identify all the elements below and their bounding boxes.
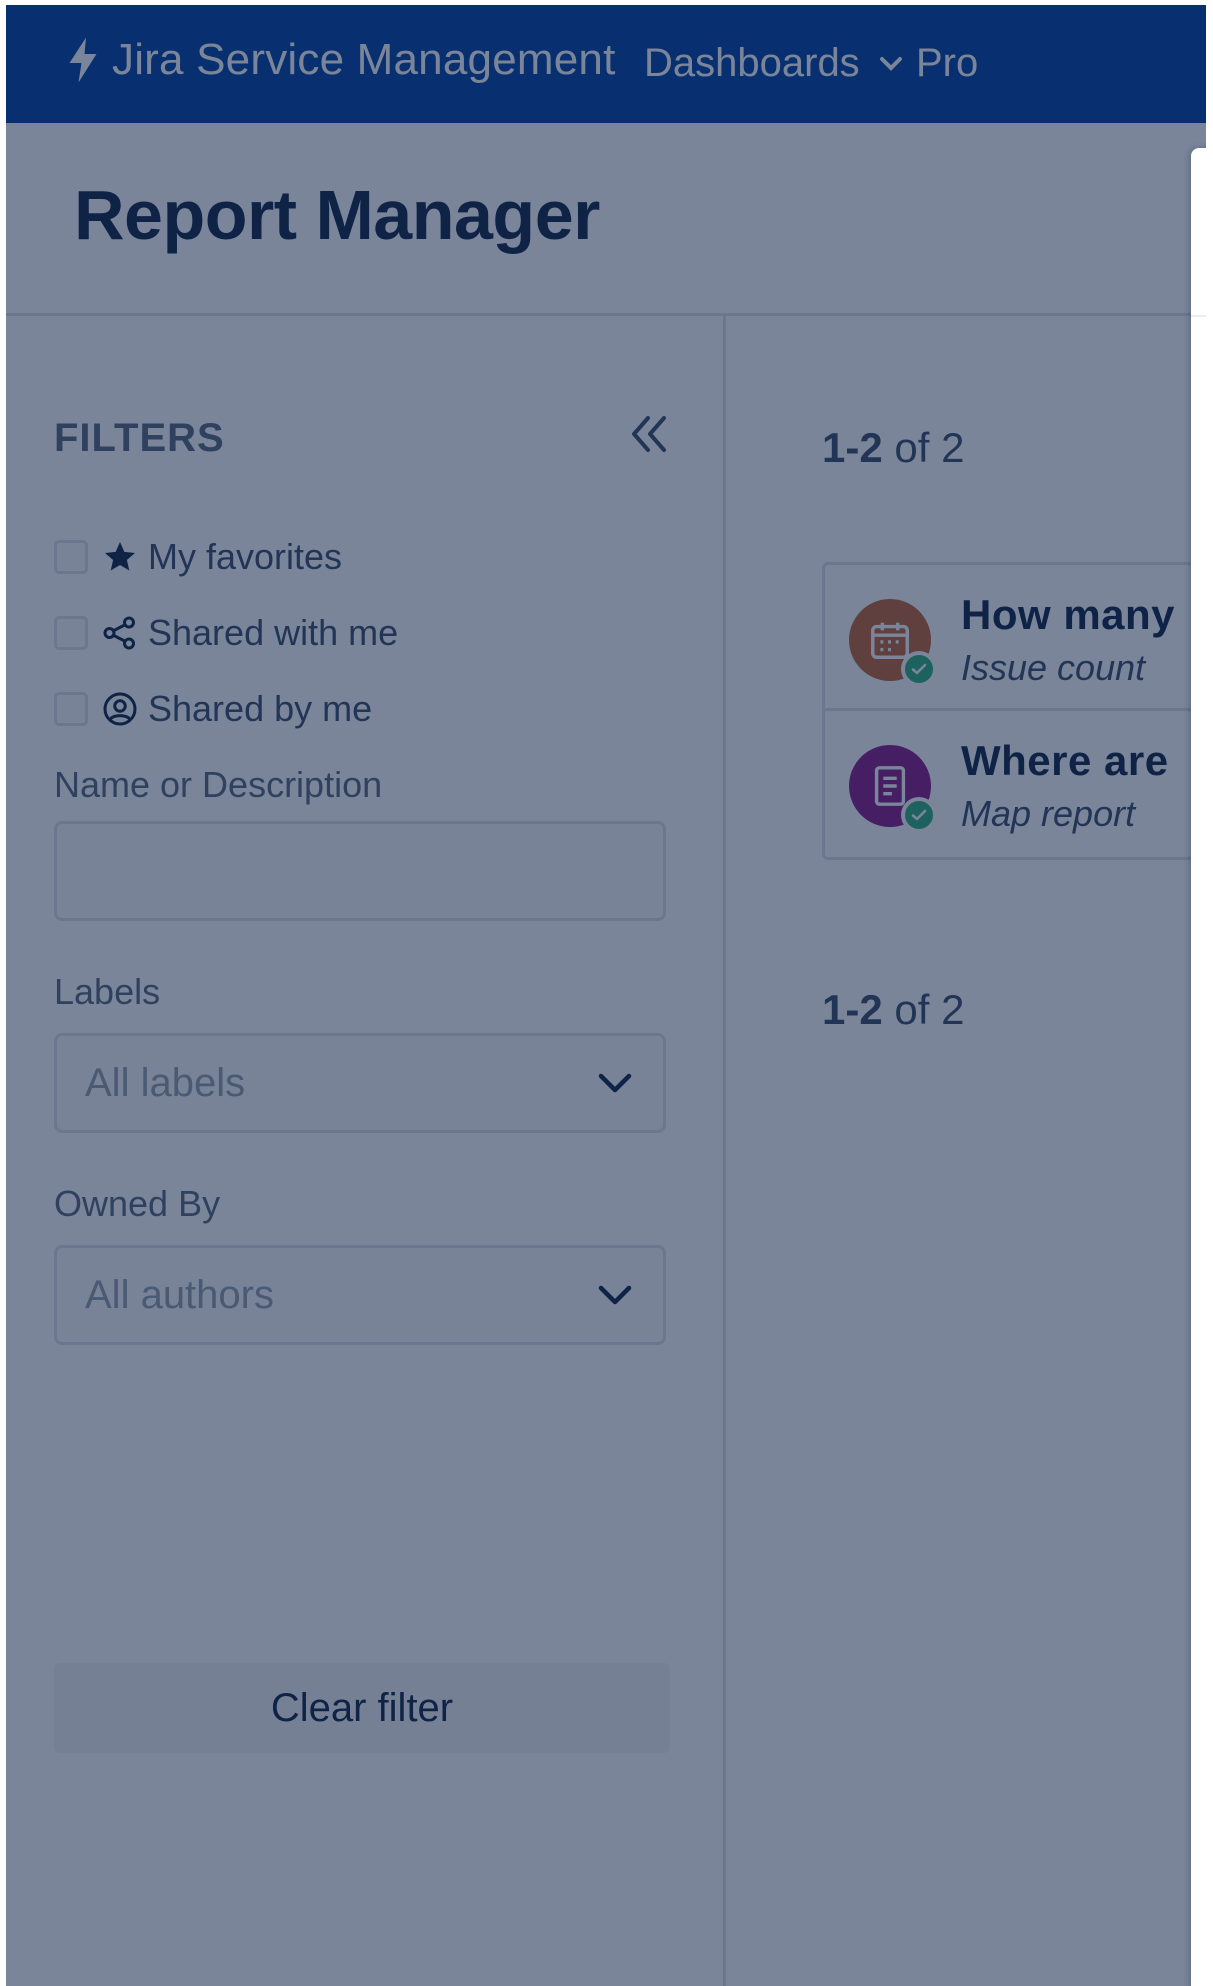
filter-label: Shared with me — [148, 612, 399, 653]
collapse-sidebar-icon[interactable] — [624, 410, 672, 458]
report-row[interactable]: Where are Map report — [825, 711, 1206, 857]
name-description-input[interactable] — [54, 821, 666, 921]
chevron-down-icon — [598, 1073, 632, 1093]
labels-select[interactable]: All labels — [54, 1033, 666, 1133]
filters-heading: FILTERS — [54, 416, 225, 460]
report-type: Map report — [961, 793, 1136, 834]
name-description-label: Name or Description — [54, 764, 383, 805]
product-logo[interactable]: Jira Service Management — [64, 35, 616, 85]
page-header: Report Manager — [6, 123, 1206, 316]
verified-badge — [901, 797, 937, 833]
labels-select-value: All labels — [85, 1060, 246, 1105]
report-list: How many Issue count Where are Map repor… — [822, 562, 1206, 860]
pagination-bottom: 1-2 of 2 — [822, 986, 964, 1034]
modal-dialog[interactable] — [1191, 148, 1206, 1986]
filter-label: Shared by me — [148, 688, 373, 729]
nav-dashboards-label: Dashboards — [644, 41, 860, 85]
star-icon — [105, 542, 135, 571]
pager-range: 1-2 — [822, 986, 883, 1033]
pager-total: of 2 — [894, 986, 965, 1033]
nav-dashboards[interactable]: Dashboards — [644, 41, 904, 86]
check-icon — [911, 809, 927, 821]
checkbox[interactable] — [54, 692, 88, 726]
pager-range: 1-2 — [822, 424, 883, 471]
user-circle-icon — [103, 692, 137, 726]
chevron-down-icon — [598, 1285, 632, 1305]
page-content: Report Manager FILTERS My favorites Shar… — [6, 123, 1206, 1986]
filters-sidebar: FILTERS My favorites Shared with me Shar… — [6, 316, 726, 1986]
owned-by-label: Owned By — [54, 1183, 221, 1224]
nav-projects[interactable]: Pro — [916, 41, 978, 86]
labels-label: Labels — [54, 971, 161, 1012]
check-icon — [911, 663, 927, 675]
checkbox[interactable] — [54, 540, 88, 574]
report-name[interactable]: How many — [961, 591, 1175, 639]
report-name[interactable]: Where are — [961, 737, 1169, 785]
chevron-down-icon — [879, 56, 902, 71]
filter-my-favorites[interactable]: My favorites — [54, 536, 342, 578]
report-avatar — [849, 599, 937, 687]
checkbox[interactable] — [54, 616, 88, 650]
page-title: Report Manager — [74, 176, 600, 254]
pagination-top: 1-2 of 2 — [822, 424, 964, 472]
owned-by-select[interactable]: All authors — [54, 1245, 666, 1345]
report-text: Where are Map report — [961, 737, 1169, 835]
nav-projects-label: Pro — [916, 41, 979, 85]
owned-by-select-value: All authors — [85, 1272, 274, 1317]
filter-label: My favorites — [148, 536, 343, 577]
reports-main: 1-2 of 2 How many Issue count Where are … — [726, 316, 1206, 1986]
app-window: Jira Service Management Dashboards Pro R… — [6, 5, 1206, 1986]
report-row[interactable]: How many Issue count — [825, 565, 1206, 711]
share-icon — [103, 616, 135, 650]
report-avatar — [849, 745, 937, 833]
filter-shared-by-me[interactable]: Shared by me — [54, 688, 372, 730]
pager-total: of 2 — [894, 424, 965, 471]
clear-filter-button[interactable]: Clear filter — [54, 1663, 670, 1753]
product-name: Jira Service Management — [112, 35, 616, 84]
verified-badge — [901, 651, 937, 687]
dialog-divider — [1191, 315, 1206, 317]
top-navigation: Jira Service Management Dashboards Pro — [6, 5, 1206, 123]
report-text: How many Issue count — [961, 591, 1175, 689]
lightning-icon — [69, 37, 97, 83]
report-type: Issue count — [961, 647, 1146, 688]
filter-shared-with-me[interactable]: Shared with me — [54, 612, 398, 654]
